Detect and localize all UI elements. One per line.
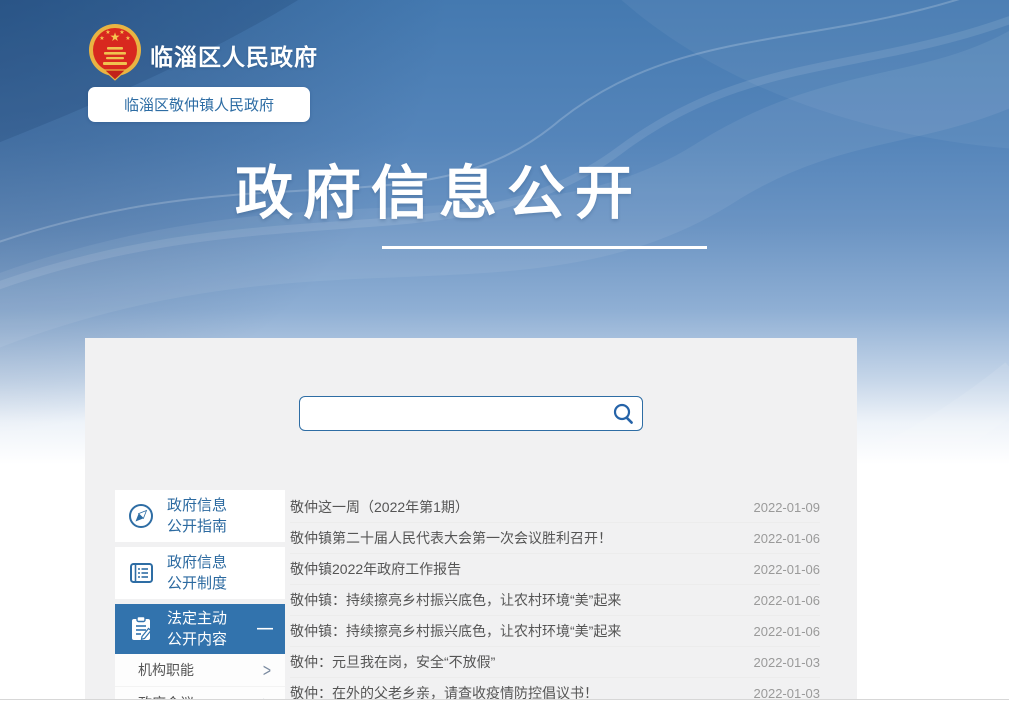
org-badge-label: 临淄区敬仲镇人民政府 [124,94,274,115]
news-row[interactable]: 敬仲这一周（2022年第1期） 2022-01-09 [290,492,820,523]
news-title: 敬仲这一周（2022年第1期） [290,497,469,517]
sidebar-item-system[interactable]: 政府信息 公开制度 [115,547,285,599]
sidebar: 政府信息 公开指南 [115,490,285,704]
sidebar-submenu: 机构职能 > 政府会议 > [115,654,285,704]
site-title: 临淄区人民政府 [150,38,318,72]
news-date: 2022-01-06 [754,562,821,577]
collapse-minus-icon[interactable]: — [257,620,273,638]
submenu-item-agency-functions[interactable]: 机构职能 > [115,654,285,686]
news-title: 敬仲：元旦我在岗，安全“不放假” [290,652,495,672]
svg-text:★: ★ [125,35,130,42]
national-emblem-logo: ★ ★ ★ ★ ★ [88,23,142,83]
news-date: 2022-01-09 [754,500,821,515]
news-title: 敬仲镇2022年政府工作报告 [290,559,461,579]
svg-text:★: ★ [99,35,104,42]
news-row[interactable]: 敬仲镇：持续擦亮乡村振兴底色，让农村环境“美”起来 2022-01-06 [290,616,820,647]
news-title: 敬仲镇：持续擦亮乡村振兴底色，让农村环境“美”起来 [290,621,621,641]
sidebar-item-label: 法定主动 公开内容 [167,608,227,650]
search-button[interactable] [606,397,642,430]
content-panel: 政府信息 公开指南 [85,338,857,704]
news-row[interactable]: 敬仲镇第二十届人民代表大会第一次会议胜利召开！ 2022-01-06 [290,523,820,554]
svg-text:★: ★ [105,29,110,36]
sidebar-item-label: 政府信息 公开制度 [167,552,227,594]
page: ★ ★ ★ ★ ★ 临淄区人民政府 临淄区敬仲镇人民政府 政府信息公开 [0,0,1009,704]
news-title: 敬仲镇第二十届人民代表大会第一次会议胜利召开！ [290,528,612,548]
chevron-right-icon: > [263,660,271,681]
banner-underline [382,246,707,249]
compass-icon [115,500,167,532]
news-date: 2022-01-06 [754,624,821,639]
clipboard-pen-icon [115,613,167,645]
news-row[interactable]: 敬仲镇：持续擦亮乡村振兴底色，让农村环境“美”起来 2022-01-06 [290,585,820,616]
sidebar-item-label: 政府信息 公开指南 [167,495,227,537]
news-date: 2022-01-06 [754,593,821,608]
search-icon [612,402,636,426]
search-bar [299,396,643,431]
document-lines-icon [115,557,167,589]
svg-text:★: ★ [119,29,124,36]
news-date: 2022-01-06 [754,531,821,546]
news-date: 2022-01-03 [754,655,821,670]
window-bottom-border [0,699,1009,704]
news-title: 敬仲镇：持续擦亮乡村振兴底色，让农村环境“美”起来 [290,590,621,610]
sidebar-item-statutory-disclosure[interactable]: 法定主动 公开内容 — [115,604,285,654]
org-badge[interactable]: 临淄区敬仲镇人民政府 [88,87,310,122]
news-list: 敬仲这一周（2022年第1期） 2022-01-09 敬仲镇第二十届人民代表大会… [290,492,820,704]
sidebar-item-guide[interactable]: 政府信息 公开指南 [115,490,285,542]
news-row[interactable]: 敬仲：元旦我在岗，安全“不放假” 2022-01-03 [290,647,820,678]
news-row[interactable]: 敬仲镇2022年政府工作报告 2022-01-06 [290,554,820,585]
search-input[interactable] [300,397,606,430]
banner-title: 政府信息公开 [235,161,643,228]
